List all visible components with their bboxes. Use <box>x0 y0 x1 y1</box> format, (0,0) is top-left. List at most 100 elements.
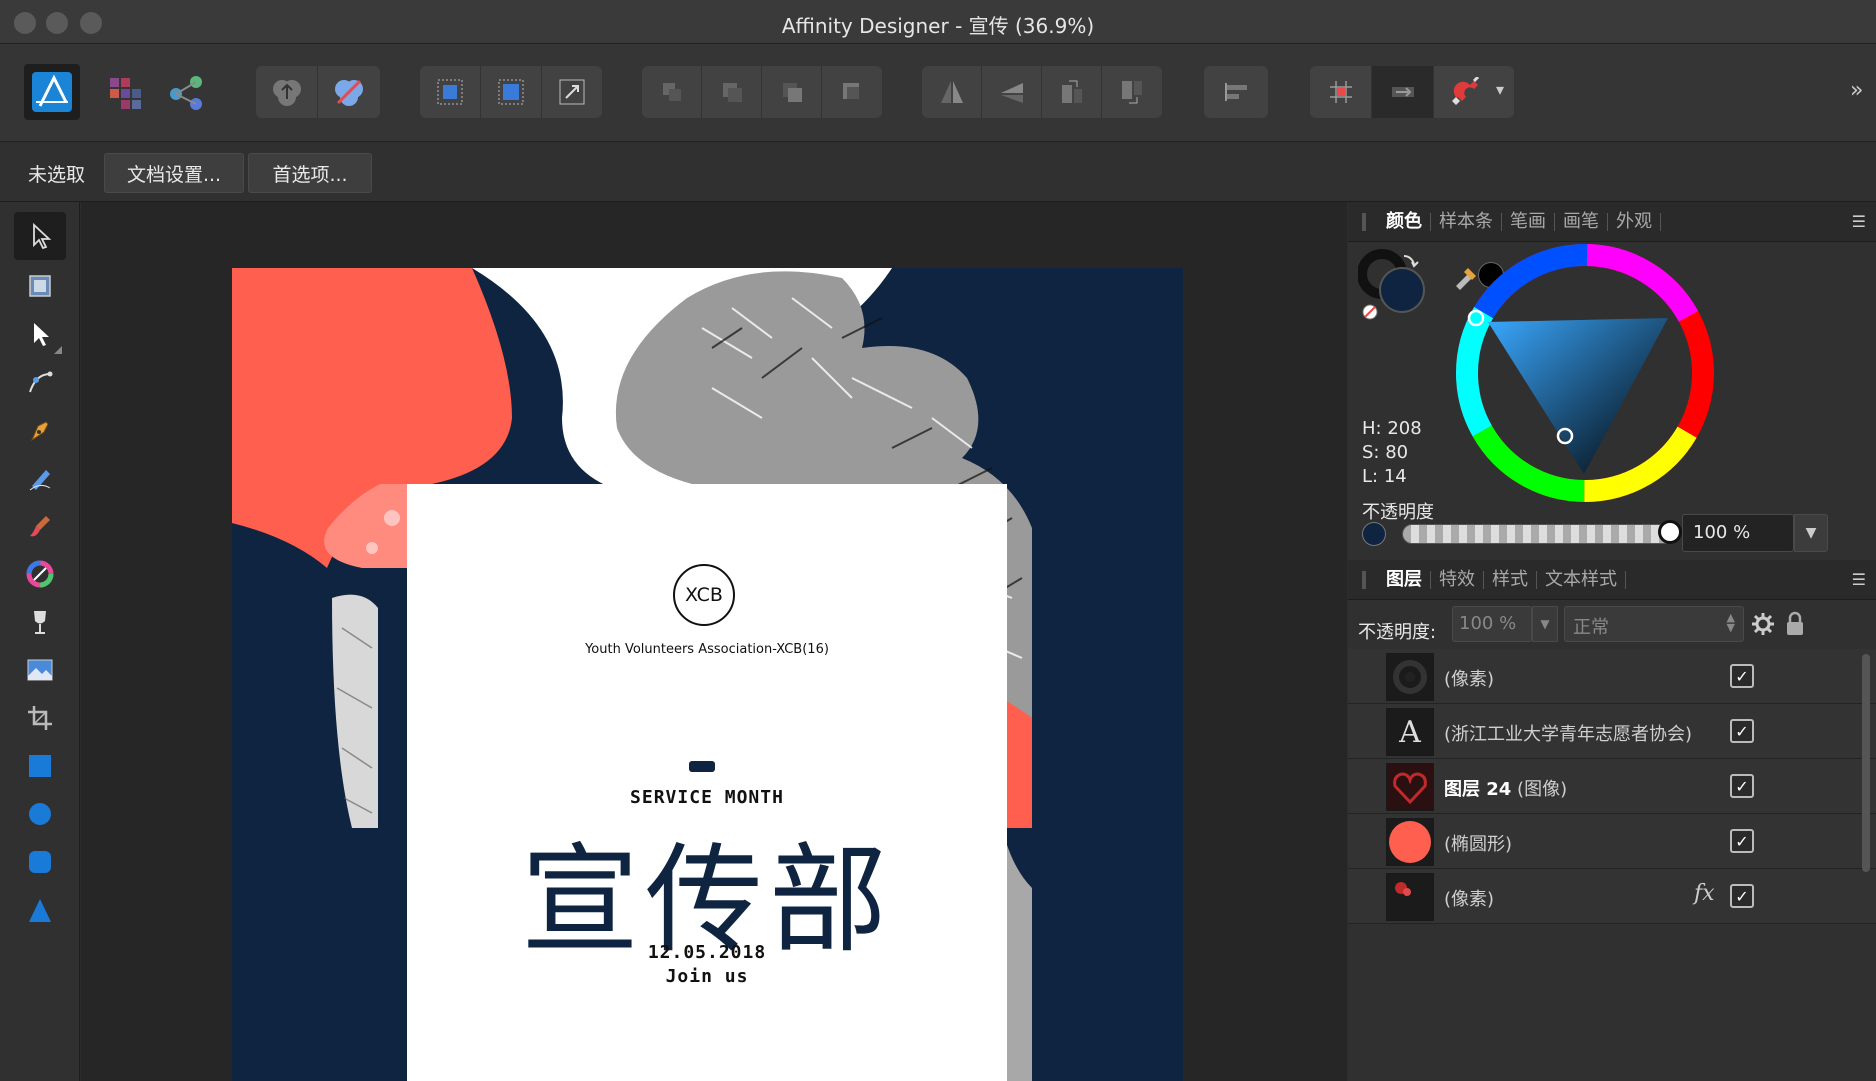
layer-visibility-checkbox[interactable]: ✓ <box>1730 719 1754 743</box>
node-tool[interactable] <box>14 310 66 358</box>
saturation-triangle[interactable] <box>1488 318 1668 474</box>
toolbar-overflow-icon[interactable]: » <box>1850 78 1863 103</box>
blend-mode-select[interactable]: 正常 ▲ ▼ <box>1564 606 1744 642</box>
layer-visibility-checkbox[interactable]: ✓ <box>1730 664 1754 688</box>
layer-visibility-checkbox[interactable]: ✓ <box>1730 829 1754 853</box>
align-icon <box>1225 83 1247 101</box>
pen-tool[interactable] <box>14 406 66 454</box>
snap-bounds-icon <box>498 79 524 105</box>
move-tool[interactable] <box>14 212 66 260</box>
layer-thumbnail <box>1386 818 1434 866</box>
boolean-subtract-button[interactable] <box>318 66 380 118</box>
rounded-rectangle-tool[interactable] <box>14 838 66 886</box>
layer-row[interactable]: (像素) fx ✓ <box>1348 869 1876 924</box>
pencil-tool[interactable] <box>14 454 66 502</box>
boolean-add-icon <box>272 80 301 106</box>
image-icon <box>27 659 53 681</box>
tab-layers[interactable]: 图层 <box>1378 570 1431 589</box>
boolean-subtract-icon <box>335 79 363 106</box>
opacity-dropdown-icon[interactable]: ▼ <box>1794 514 1828 552</box>
snap-bounds-button[interactable] <box>481 66 542 118</box>
designer-persona-button[interactable] <box>24 64 80 120</box>
vector-brush-tool[interactable] <box>14 502 66 550</box>
effects-icon[interactable]: fx <box>1694 881 1715 906</box>
artboard-tool[interactable] <box>14 262 66 310</box>
saturation-value: S: 80 <box>1362 442 1409 463</box>
grid-button[interactable] <box>1310 66 1372 118</box>
layer-opacity-dropdown-icon[interactable]: ▼ <box>1532 606 1558 642</box>
rotate-left-button[interactable] <box>1042 66 1102 118</box>
export-persona-button[interactable] <box>158 64 214 120</box>
artboard[interactable]: XCB Youth Volunteers Association-XCB(16)… <box>232 268 1183 1081</box>
tab-effects[interactable]: 特效 <box>1431 570 1484 589</box>
layer-thumbnail <box>1386 873 1434 921</box>
arrange-forward-button[interactable] <box>762 66 822 118</box>
panel-menu-icon[interactable]: ☰ <box>1852 212 1866 231</box>
transparency-tool[interactable] <box>14 598 66 646</box>
fill-tool[interactable] <box>14 550 66 598</box>
window-title: Affinity Designer - 宣传 (36.9%) <box>781 14 1095 38</box>
tab-appearance[interactable]: 外观 <box>1608 212 1661 231</box>
canvas-area[interactable]: XCB Youth Volunteers Association-XCB(16)… <box>81 202 1347 1081</box>
snap-grid-button[interactable] <box>420 66 481 118</box>
fill-stroke-icon[interactable] <box>1358 248 1438 338</box>
pencil-icon <box>29 470 51 491</box>
tab-swatches[interactable]: 样本条 <box>1431 212 1502 231</box>
flip-vertical-icon <box>1000 83 1023 103</box>
point-transform-tool[interactable] <box>14 358 66 406</box>
panel-menu-icon[interactable]: ☰ <box>1852 570 1866 589</box>
layer-row[interactable]: (像素) ✓ <box>1348 649 1876 704</box>
transform-origin-button[interactable] <box>542 66 602 118</box>
tab-styles[interactable]: 样式 <box>1484 570 1537 589</box>
constraint-button[interactable] <box>1372 66 1434 118</box>
transform-group <box>922 66 1162 118</box>
tab-text-styles[interactable]: 文本样式 <box>1537 570 1626 589</box>
flip-horizontal-icon <box>940 81 963 103</box>
layer-opacity-field[interactable]: 100 % <box>1452 606 1532 642</box>
preferences-button[interactable]: 首选项... <box>248 153 372 193</box>
tab-color[interactable]: 颜色 <box>1378 212 1431 231</box>
designer-persona-icon <box>32 72 72 112</box>
panel-grip-icon[interactable] <box>1362 570 1366 589</box>
place-image-tool[interactable] <box>14 646 66 694</box>
layer-row[interactable]: (椭圆形) ✓ <box>1348 814 1876 869</box>
crop-tool[interactable] <box>14 694 66 742</box>
color-wheel-icon <box>26 560 54 588</box>
boolean-add-button[interactable] <box>256 66 318 118</box>
arrange-backward-button[interactable] <box>702 66 762 118</box>
arrange-back-button[interactable] <box>642 66 702 118</box>
join-us-text: Join us <box>665 966 749 987</box>
align-group <box>1204 66 1268 118</box>
rectangle-tool[interactable] <box>14 742 66 790</box>
main-toolbar: ▾ » <box>0 44 1876 142</box>
tab-stroke[interactable]: 笔画 <box>1502 212 1555 231</box>
opacity-slider[interactable] <box>1402 524 1674 544</box>
flip-horizontal-button[interactable] <box>922 66 982 118</box>
layer-visibility-checkbox[interactable]: ✓ <box>1730 774 1754 798</box>
layer-visibility-checkbox[interactable]: ✓ <box>1730 884 1754 908</box>
opacity-slider-handle[interactable] <box>1658 520 1682 544</box>
arrange-group <box>642 66 882 118</box>
lock-icon[interactable] <box>1784 611 1806 637</box>
pixel-persona-button[interactable] <box>98 64 154 120</box>
color-wheel[interactable] <box>1450 238 1720 508</box>
panel-grip-icon[interactable] <box>1362 212 1366 231</box>
layer-row[interactable]: 图层 24 (图像) ✓ <box>1348 759 1876 814</box>
align-button[interactable] <box>1204 66 1268 118</box>
rotate-right-button[interactable] <box>1102 66 1162 118</box>
pen-nib-icon <box>30 421 49 442</box>
gear-icon[interactable] <box>1750 611 1776 637</box>
opacity-value-field[interactable]: 100 % <box>1682 514 1794 552</box>
layer-row[interactable]: A (浙江工业大学青年志愿者协会) ✓ <box>1348 704 1876 759</box>
document-setup-button[interactable]: 文档设置... <box>104 153 244 193</box>
ellipse-tool[interactable] <box>14 790 66 838</box>
snapping-dropdown-icon[interactable]: ▾ <box>1496 80 1504 99</box>
flip-vertical-button[interactable] <box>982 66 1042 118</box>
layers-scrollbar[interactable] <box>1862 654 1870 872</box>
arrange-front-button[interactable] <box>822 66 882 118</box>
triangle-tool[interactable] <box>14 886 66 934</box>
snapping-button[interactable]: ▾ <box>1434 66 1514 118</box>
layer-name: 图层 24 (图像) <box>1444 779 1568 800</box>
right-panels: 颜色 样本条 笔画 画笔 外观 ☰ H: 208 S: 80 L: 14 不透明… <box>1348 202 1876 1081</box>
tab-brushes[interactable]: 画笔 <box>1555 212 1608 231</box>
